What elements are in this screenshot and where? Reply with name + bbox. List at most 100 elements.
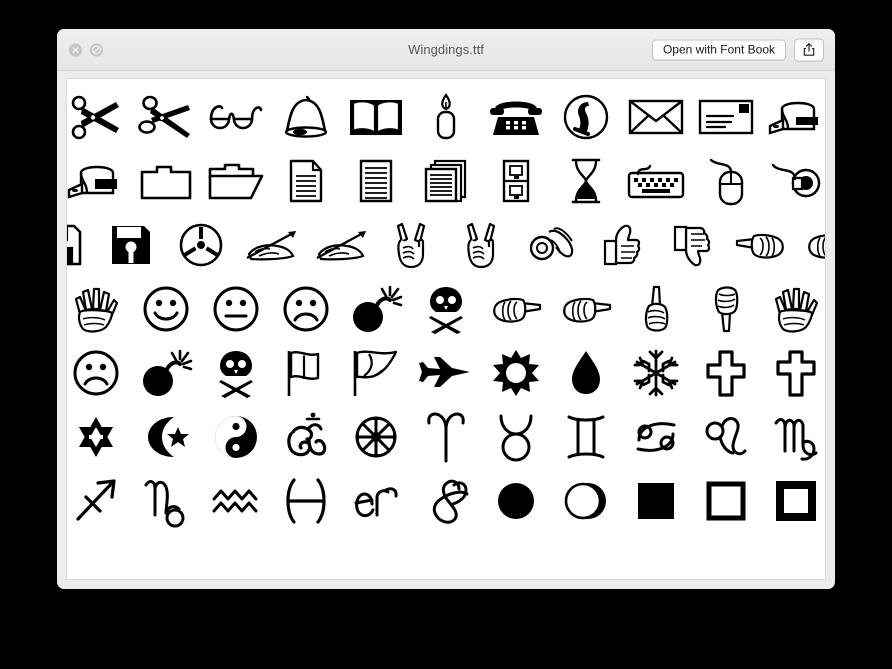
star-and-crescent-glyph <box>135 408 197 466</box>
airplane-glyph <box>415 344 477 402</box>
share-button[interactable] <box>794 38 824 61</box>
black-square-glyph <box>625 472 687 530</box>
om-glyph <box>275 408 337 466</box>
open-book-glyph <box>345 88 407 146</box>
pointing-right-outline-glyph <box>485 280 547 338</box>
preview-content-area <box>57 71 835 589</box>
letter-with-stamp-glyph <box>695 88 757 146</box>
yin-yang-glyph <box>205 408 267 466</box>
white-flag-glyph <box>275 344 337 402</box>
waving-flag-glyph <box>345 344 407 402</box>
bell-glyph <box>275 88 337 146</box>
droplet-glyph <box>555 344 617 402</box>
gemini-glyph <box>555 408 617 466</box>
glyph-row <box>67 341 825 405</box>
desktop-background: Wingdings.ttf Open with Font Book <box>0 0 892 669</box>
er-ligature-glyph <box>345 472 407 530</box>
bold-white-square-glyph <box>765 472 825 530</box>
pisces-glyph <box>275 472 337 530</box>
aquarius-glyph <box>205 472 267 530</box>
bomb-2-glyph <box>135 344 197 402</box>
victory-hand-alt-glyph <box>450 216 512 274</box>
black-circle-glyph <box>485 472 547 530</box>
close-icon <box>69 43 82 56</box>
outlined-cross-glyph <box>695 344 757 402</box>
titlebar-actions: Open with Font Book <box>651 38 824 61</box>
virgo-glyph <box>765 408 825 466</box>
open-folder-glyph <box>205 152 267 210</box>
lined-document-glyph <box>345 152 407 210</box>
open-hand-glyph <box>67 280 127 338</box>
neutral-face-glyph <box>205 280 267 338</box>
thumbs-up-glyph <box>590 216 652 274</box>
minimize-disabled-icon <box>90 43 103 56</box>
mailbox-open-mail-flag-down-glyph <box>67 152 127 210</box>
bomb-glyph <box>345 280 407 338</box>
white-square-glyph <box>695 472 757 530</box>
glyph-row <box>67 213 825 277</box>
glyph-row <box>67 469 825 533</box>
sagittarius-glyph <box>67 472 127 530</box>
mouse-glyph <box>695 152 757 210</box>
scissors-cutting-glyph <box>135 88 197 146</box>
eyeglasses-glyph <box>205 88 267 146</box>
window-titlebar: Wingdings.ttf Open with Font Book <box>57 29 835 71</box>
pointing-up-outline-glyph <box>695 280 757 338</box>
document-glyph <box>275 152 337 210</box>
skull-and-crossbones-glyph <box>415 280 477 338</box>
ampersand-glyph <box>415 472 477 530</box>
snowflake-glyph <box>625 344 687 402</box>
writing-hand-alt-glyph <box>310 216 372 274</box>
taurus-glyph <box>485 408 547 466</box>
glyph-grid <box>67 85 825 533</box>
glyph-row <box>67 277 825 341</box>
scissors-glyph <box>67 88 127 146</box>
thumbs-down-glyph <box>660 216 722 274</box>
stacked-documents-glyph <box>415 152 477 210</box>
open-with-font-book-button[interactable]: Open with Font Book <box>651 39 786 60</box>
tape-cartridge-glyph <box>170 216 232 274</box>
capricorn-glyph <box>135 472 197 530</box>
telephone-glyph <box>485 88 547 146</box>
sun-glyph <box>485 344 547 402</box>
shadowed-circle-glyph <box>555 472 617 530</box>
trackball-glyph <box>765 152 825 210</box>
star-of-david-glyph <box>67 408 127 466</box>
candle-glyph <box>415 88 477 146</box>
glyph-row <box>67 85 825 149</box>
writing-hand-glyph <box>240 216 302 274</box>
smiling-face-glyph <box>135 280 197 338</box>
font-preview-sheet <box>66 78 826 580</box>
floppy-disk-glyph <box>67 216 92 274</box>
telephone-in-circle-glyph <box>555 88 617 146</box>
aries-glyph <box>415 408 477 466</box>
victory-hand-glyph <box>380 216 442 274</box>
close-button[interactable] <box>69 43 82 56</box>
skull-and-crossbones-2-glyph <box>205 344 267 402</box>
envelope-glyph <box>625 88 687 146</box>
quick-look-window: Wingdings.ttf Open with Font Book <box>57 29 835 589</box>
hourglass-glyph <box>555 152 617 210</box>
wheel-of-dharma-glyph <box>345 408 407 466</box>
frowning-face-2-glyph <box>67 344 127 402</box>
cancer-glyph <box>625 408 687 466</box>
filled-floppy-disk-glyph <box>100 216 162 274</box>
mailbox-open-flag-down-glyph <box>765 88 825 146</box>
pointing-down-outline-glyph <box>765 280 825 338</box>
frowning-face-glyph <box>275 280 337 338</box>
filing-cabinet-glyph <box>485 152 547 210</box>
keyboard-glyph <box>625 152 687 210</box>
pointing-right-glyph <box>800 216 825 274</box>
leo-glyph <box>695 408 757 466</box>
share-icon <box>803 43 815 56</box>
glyph-row <box>67 405 825 469</box>
window-controls <box>69 43 103 56</box>
ok-hand-glyph <box>520 216 582 274</box>
latin-cross-glyph <box>765 344 825 402</box>
pointing-right-outline-3-glyph <box>625 280 687 338</box>
glyph-row <box>67 149 825 213</box>
minimize-button[interactable] <box>90 43 103 56</box>
closed-folder-glyph <box>135 152 197 210</box>
pointing-right-outline-2-glyph <box>555 280 617 338</box>
pointing-left-glyph <box>730 216 792 274</box>
